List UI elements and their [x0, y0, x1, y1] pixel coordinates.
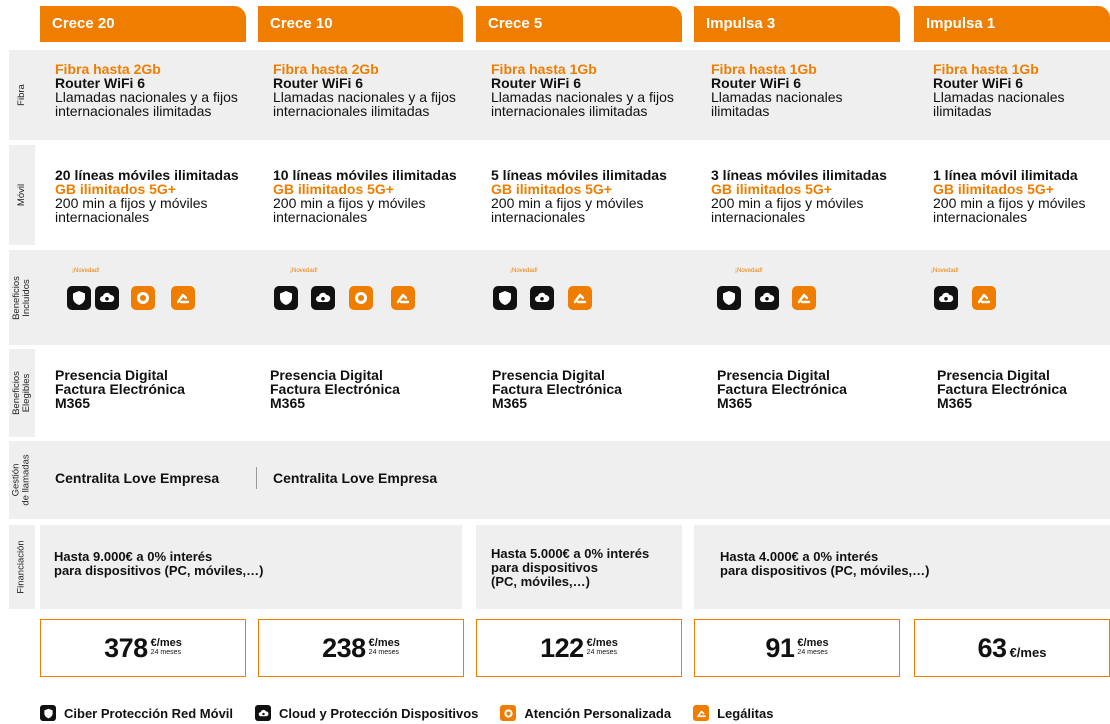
shield-icon	[493, 286, 517, 310]
fibra-cell-crece-5: Fibra hasta 1Gb Router WiFi 6 Llamadas nac…	[491, 61, 674, 119]
shield-icon	[274, 286, 298, 310]
fibra-cell-impulsa-1: Fibra hasta 1Gb Router WiFi 6 Llamadas nac…	[933, 61, 1065, 119]
legend-item-ciber: Ciber Protección Red Móvil	[40, 705, 233, 721]
row-label-gestion: Gestión de llamadas	[11, 454, 33, 506]
price-box-impulsa-1: 63 €/mes	[914, 619, 1110, 677]
row-label-beneficios-elegibles: Beneficios Elegibles	[9, 349, 35, 437]
novedad-label: ¡Novedad!	[290, 268, 318, 274]
legal-icon	[171, 286, 195, 310]
movil-cell-crece-5: 5 líneas móviles ilimitadas GB ilimitados…	[491, 167, 667, 225]
cloud-icon	[530, 286, 554, 310]
elegibles-cell-impulsa-1: Presencia Digital Factura Electrónica M365	[937, 367, 1067, 411]
shield-icon	[717, 286, 741, 310]
headset-icon	[500, 705, 517, 721]
cloud-icon	[311, 286, 335, 310]
fibra-cell-impulsa-3: Fibra hasta 1Gb Router WiFi 6 Llamadas nac…	[711, 61, 843, 119]
plan-header-impulsa-3: Impulsa 3	[694, 6, 900, 42]
gestion-cell-crece-20: Centralita Love Empresa	[55, 470, 220, 486]
price-box-impulsa-3: 91 €/mes 24 meses	[694, 619, 900, 677]
legal-icon	[693, 705, 710, 721]
price-value: 238	[322, 632, 366, 663]
plan-header-impulsa-1: Impulsa 1	[914, 6, 1110, 42]
elegibles-cell-crece-20: Presencia Digital Factura Electrónica M365	[55, 367, 185, 411]
legal-icon	[792, 286, 816, 310]
row-label-movil: Móvil	[9, 145, 35, 245]
legal-icon	[391, 286, 415, 310]
financiacion-cell-crece-5: Hasta 5.000€ a 0% interés para dispositiv…	[476, 525, 682, 609]
legend-item-atencion: Atención Personalizada	[500, 705, 671, 721]
movil-cell-impulsa-1: 1 línea móvil ilimitada GB ilimitados 5G+…	[933, 167, 1086, 225]
row-label-fibra: Fibra	[16, 84, 27, 106]
row-label-beneficios-incluidos: Beneficios Incluidos	[11, 275, 32, 320]
novedad-label: ¡Novedad!	[72, 268, 100, 274]
price-box-crece-10: 238 €/mes 24 meses	[258, 619, 464, 677]
novedad-label: ¡Novedad!	[735, 268, 763, 274]
legend-item-cloud: Cloud y Protección Dispositivos	[255, 705, 478, 721]
elegibles-cell-impulsa-3: Presencia Digital Factura Electrónica M365	[717, 367, 847, 411]
fibra-cell-crece-20: Fibra hasta 2Gb Router WiFi 6 Llamadas nac…	[55, 61, 238, 119]
financiacion-cell-crece: Hasta 9.000€ a 0% interés para dispositiv…	[40, 525, 462, 609]
price-box-crece-20: 378 €/mes 24 meses	[40, 619, 246, 677]
cloud-icon	[95, 286, 119, 310]
gestion-cell-crece-10: Centralita Love Empresa	[273, 470, 438, 486]
legend-item-legalitas: Legálitas	[693, 705, 773, 721]
novedad-label: ¡Novedad!	[510, 268, 538, 274]
plan-header-crece-10: Crece 10	[258, 6, 463, 42]
elegibles-cell-crece-5: Presencia Digital Factura Electrónica M365	[492, 367, 622, 411]
financiacion-cell-impulsa: Hasta 4.000€ a 0% interés para dispositiv…	[694, 525, 1110, 609]
shield-icon	[40, 705, 56, 721]
movil-cell-crece-20: 20 líneas móviles ilimitadas GB ilimitado…	[55, 167, 239, 225]
price-value: 63	[977, 632, 1008, 663]
price-box-crece-5: 122 €/mes 24 meses	[476, 619, 682, 677]
headset-icon	[349, 286, 373, 310]
legal-icon	[568, 286, 592, 310]
cloud-icon	[755, 286, 779, 310]
row-label-financiacion: Financiación	[9, 525, 35, 609]
price-value: 91	[765, 632, 795, 663]
price-value: 122	[540, 632, 584, 663]
divider	[256, 467, 257, 489]
movil-cell-crece-10: 10 líneas móviles ilimitadas GB ilimitado…	[273, 167, 457, 225]
price-value: 378	[104, 632, 148, 663]
icon-legend: Ciber Protección Red Móvil Cloud y Prote…	[40, 705, 795, 721]
elegibles-cell-crece-10: Presencia Digital Factura Electrónica M365	[270, 367, 400, 411]
cloud-icon	[934, 286, 958, 310]
plan-header-crece-20: Crece 20	[40, 6, 246, 42]
fibra-cell-crece-10: Fibra hasta 2Gb Router WiFi 6 Llamadas nac…	[273, 61, 456, 119]
headset-icon	[131, 286, 155, 310]
movil-cell-impulsa-3: 3 líneas móviles ilimitadas GB ilimitados…	[711, 167, 887, 225]
legal-icon	[972, 286, 996, 310]
shield-icon	[67, 286, 91, 310]
plan-header-crece-5: Crece 5	[476, 6, 682, 42]
cloud-icon	[255, 705, 272, 721]
novedad-label: ¡Novedad!	[931, 268, 959, 274]
